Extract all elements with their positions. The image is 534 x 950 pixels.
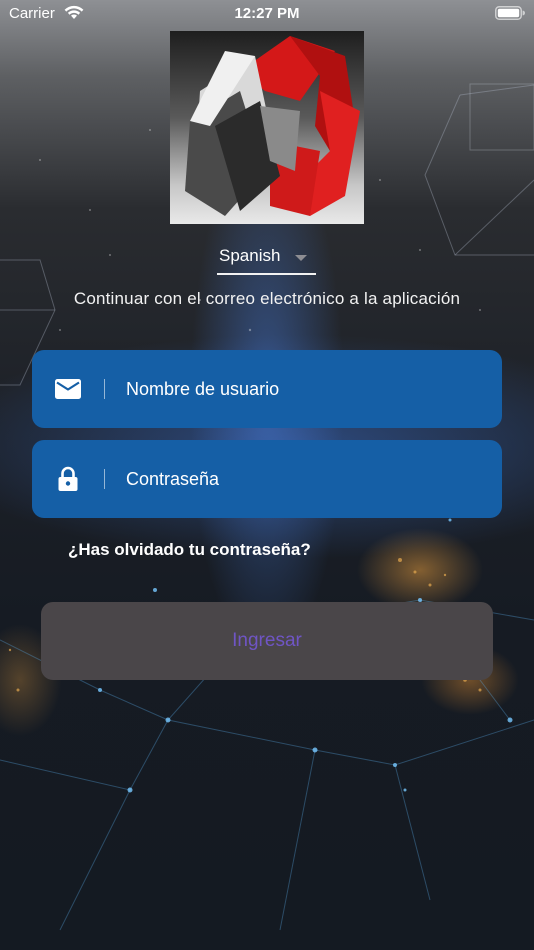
username-field[interactable]: Nombre de usuario	[32, 350, 502, 428]
clock: 12:27 PM	[234, 5, 300, 22]
login-button[interactable]: Ingresar	[41, 602, 493, 680]
mail-icon	[55, 379, 81, 399]
status-bar: Carrier 12:27 PM	[0, 0, 534, 28]
username-placeholder: Nombre de usuario	[126, 379, 280, 399]
language-selector[interactable]: Spanish	[217, 244, 316, 276]
lock-icon	[58, 466, 78, 491]
language-underline	[217, 273, 316, 275]
language-label: Spanish	[219, 246, 281, 265]
battery-icon	[495, 6, 525, 20]
forgot-password-link[interactable]: ¿Has olvidado tu contraseña?	[68, 540, 311, 560]
app-logo	[170, 31, 364, 224]
login-subtitle: Continuar con el correo electrónico a la…	[73, 289, 461, 308]
field-divider	[104, 469, 105, 489]
password-placeholder: Contraseña	[126, 469, 220, 489]
chevron-down-icon	[295, 255, 307, 261]
password-field[interactable]: Contraseña	[32, 440, 502, 518]
field-divider	[104, 379, 105, 399]
